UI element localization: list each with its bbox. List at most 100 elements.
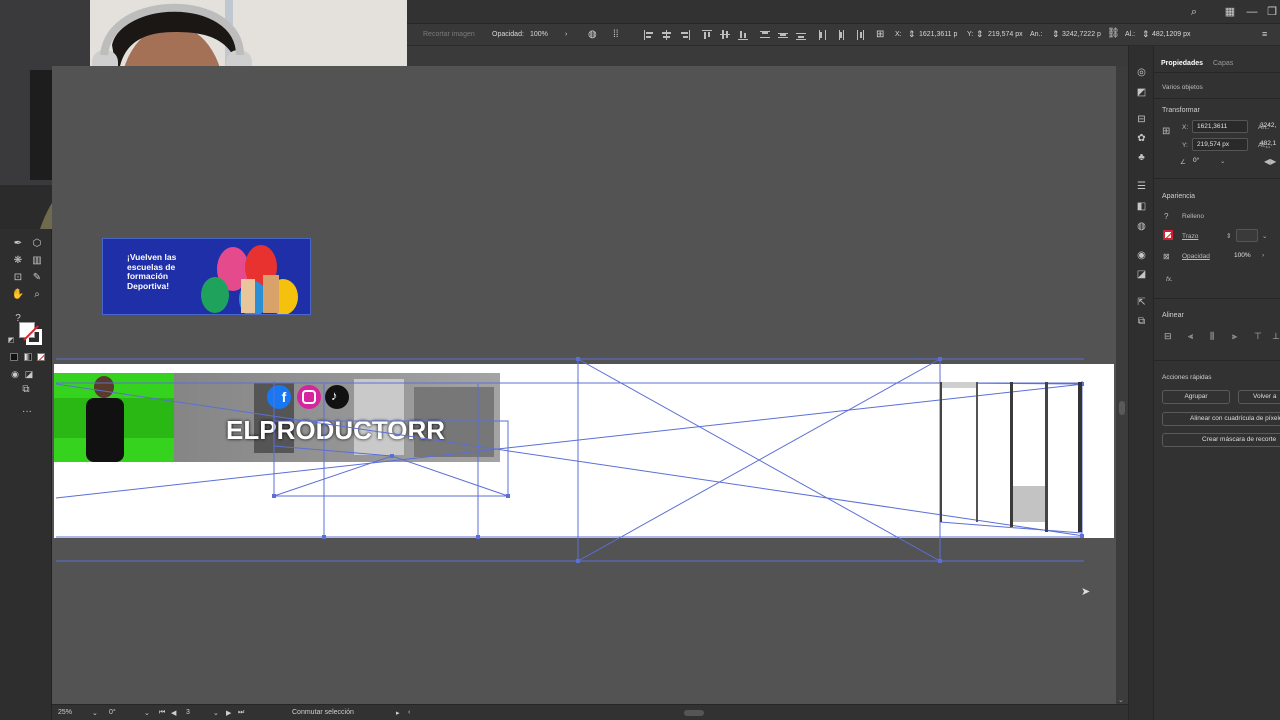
rotation-chevron-icon[interactable]: ⌄ [144, 709, 150, 717]
stroke-swatch[interactable] [1163, 230, 1173, 240]
appearance-icon[interactable]: ◉ [1135, 249, 1148, 262]
symbols-icon[interactable]: ♣ [1135, 151, 1148, 164]
transparency-icon[interactable]: ◧ [1135, 200, 1148, 213]
x-input[interactable]: 1621,3611 p [919, 31, 957, 38]
stroke-weight-stepper-icon[interactable]: ⇕ [1226, 232, 1231, 240]
artboard-chevron-icon[interactable]: ⌄ [213, 709, 219, 717]
align-to-icon[interactable]: ⊟ [1164, 331, 1172, 342]
distribute-bottom-icon[interactable] [795, 29, 807, 41]
transform-width-input[interactable]: 3242, [1258, 120, 1280, 133]
workspace-switcher-icon[interactable]: ▦ [1223, 5, 1237, 19]
tab-layers[interactable]: Capas [1213, 60, 1233, 67]
draw-normal-icon[interactable]: ◉ [8, 367, 22, 381]
reference-point-icon[interactable]: ⊞ [1162, 126, 1170, 137]
color-mode-icon[interactable] [10, 353, 18, 361]
transform-y-input[interactable]: 219,574 px [1192, 138, 1248, 151]
stroke-chevron-icon[interactable]: ⌄ [1262, 232, 1267, 240]
align-grid-icon[interactable]: ⁞⁞ [613, 29, 619, 40]
column-graph-tool-icon[interactable]: ▥ [30, 254, 44, 268]
align-left-icon[interactable] [643, 29, 655, 41]
distribute-horizontal-center-icon[interactable] [835, 29, 847, 41]
distribute-right-icon[interactable] [853, 29, 865, 41]
transform-x-input[interactable]: 1621,3611 [1192, 120, 1248, 133]
flip-horizontal-icon[interactable]: ◀▶ [1264, 157, 1276, 166]
align-vertical-center-icon[interactable] [719, 29, 731, 41]
rotation-value[interactable]: 0° [109, 709, 116, 716]
recolor-icon[interactable]: ◍ [588, 29, 597, 40]
vertical-scroll-thumb[interactable] [1119, 401, 1125, 415]
more-tools-icon[interactable]: ··· [20, 405, 34, 419]
thumbnail-image[interactable]: ¡Vuelven las escuelas de formación Depor… [102, 238, 311, 315]
chevron-right-icon[interactable]: › [565, 31, 567, 38]
height-stepper-icon[interactable]: ⇕ [1142, 29, 1150, 40]
canvas-area[interactable]: ¡Vuelven las escuelas de formación Depor… [52, 66, 1116, 704]
symbol-sprayer-tool-icon[interactable]: ❋ [11, 254, 25, 268]
screen-mode-icon[interactable]: ⧉ [19, 383, 33, 397]
none-mode-icon[interactable] [37, 353, 45, 361]
effects-button[interactable]: fx. [1166, 276, 1173, 283]
panel-align-center-icon[interactable]: ⫼ [1210, 331, 1214, 342]
shape-builder-tool-icon[interactable]: ⬡ [30, 237, 44, 251]
angle-chevron-icon[interactable]: ⌄ [1220, 157, 1225, 165]
height-input[interactable]: 482,1209 px [1152, 31, 1191, 38]
previous-artboard-icon[interactable]: ◀ [171, 709, 176, 717]
artboards-icon[interactable]: ⊟ [1135, 113, 1148, 126]
panel-align-middle-icon[interactable]: ⊥ [1272, 331, 1280, 342]
artboard-tool-icon[interactable]: ⊡ [11, 271, 25, 285]
group-button[interactable]: Agrupar [1162, 390, 1230, 404]
vertical-scrollbar[interactable]: ⌄ [1116, 66, 1128, 704]
properties-panel-icon[interactable]: ◎ [1135, 66, 1148, 79]
align-horizontal-center-icon[interactable] [661, 29, 673, 41]
align-pixel-grid-button[interactable]: Alinear con cuadrícula de píxeles [1162, 412, 1280, 426]
transform-reference-icon[interactable]: ⊞ [876, 29, 884, 40]
graphic-styles-icon[interactable]: ◪ [1135, 268, 1148, 281]
zoom-tool-icon[interactable]: ⌕ [30, 288, 44, 302]
create-clipping-mask-button[interactable]: Crear máscara de recorte [1162, 433, 1280, 447]
fill-none-icon[interactable]: ? [1164, 212, 1168, 221]
y-input[interactable]: 219,574 px [988, 31, 1023, 38]
next-artboard-icon[interactable]: ▶ [226, 709, 231, 717]
distribute-left-icon[interactable] [817, 29, 829, 41]
slice-tool-icon[interactable]: ✎ [30, 271, 44, 285]
draw-behind-icon[interactable]: ◪ [22, 367, 36, 381]
channel-banner-image[interactable]: f ♪ ELPRODUCTORR [54, 373, 500, 462]
libraries-icon[interactable]: ◩ [1135, 86, 1148, 99]
align-panel-icon[interactable]: ☰ [1135, 180, 1148, 193]
status-scroll-left-icon[interactable]: ‹ [408, 709, 410, 716]
y-stepper-icon[interactable]: ⇕ [976, 29, 984, 40]
align-right-icon[interactable] [679, 29, 691, 41]
width-input[interactable]: 3242,7222 p [1062, 31, 1101, 38]
align-bottom-icon[interactable] [737, 29, 749, 41]
brushes-icon[interactable]: ✿ [1135, 132, 1148, 145]
export-icon[interactable]: ⇱ [1135, 296, 1148, 309]
link-proportions-icon[interactable]: ⛓ [1107, 28, 1120, 39]
hand-tool-icon[interactable]: ✋ [11, 288, 25, 302]
angle-input[interactable]: 0° [1189, 155, 1219, 168]
panel-menu-icon[interactable]: ≡ [1262, 29, 1267, 39]
fill-stroke-swatch[interactable] [19, 322, 43, 346]
stroke-label[interactable]: Trazo [1182, 233, 1198, 240]
color-panel-icon[interactable]: ◍ [1135, 220, 1148, 233]
stroke-weight-input[interactable] [1236, 229, 1258, 242]
search-icon[interactable]: ⌕ [1187, 5, 1201, 19]
last-artboard-icon[interactable]: ⏭ [238, 709, 244, 717]
zoom-level[interactable]: 25% [58, 709, 72, 716]
return-button[interactable]: Volver a [1238, 390, 1280, 404]
opacity-label[interactable]: Opacidad [1182, 253, 1210, 260]
distribute-top-icon[interactable] [759, 29, 771, 41]
restore-window-icon[interactable]: ❐ [1265, 5, 1279, 19]
tab-properties[interactable]: Propiedades [1161, 60, 1203, 67]
horizontal-scroll-thumb[interactable] [684, 710, 704, 716]
align-top-icon[interactable] [701, 29, 713, 41]
crop-image-button[interactable]: Recortar imagen [423, 31, 475, 38]
x-stepper-icon[interactable]: ⇕ [908, 29, 916, 40]
swap-fill-stroke-icon[interactable]: ◩ [4, 334, 18, 348]
first-artboard-icon[interactable]: ⏮ [159, 709, 165, 717]
pen-tool-icon[interactable]: ✒ [11, 237, 25, 251]
opacity-input[interactable]: 100% [1230, 250, 1260, 263]
status-arrow-icon[interactable]: ▸ [396, 709, 400, 717]
zoom-chevron-icon[interactable]: ⌄ [92, 709, 98, 717]
minimize-icon[interactable]: — [1245, 5, 1259, 19]
distribute-center-icon[interactable] [777, 29, 789, 41]
scroll-down-icon[interactable]: ⌄ [1118, 696, 1124, 704]
